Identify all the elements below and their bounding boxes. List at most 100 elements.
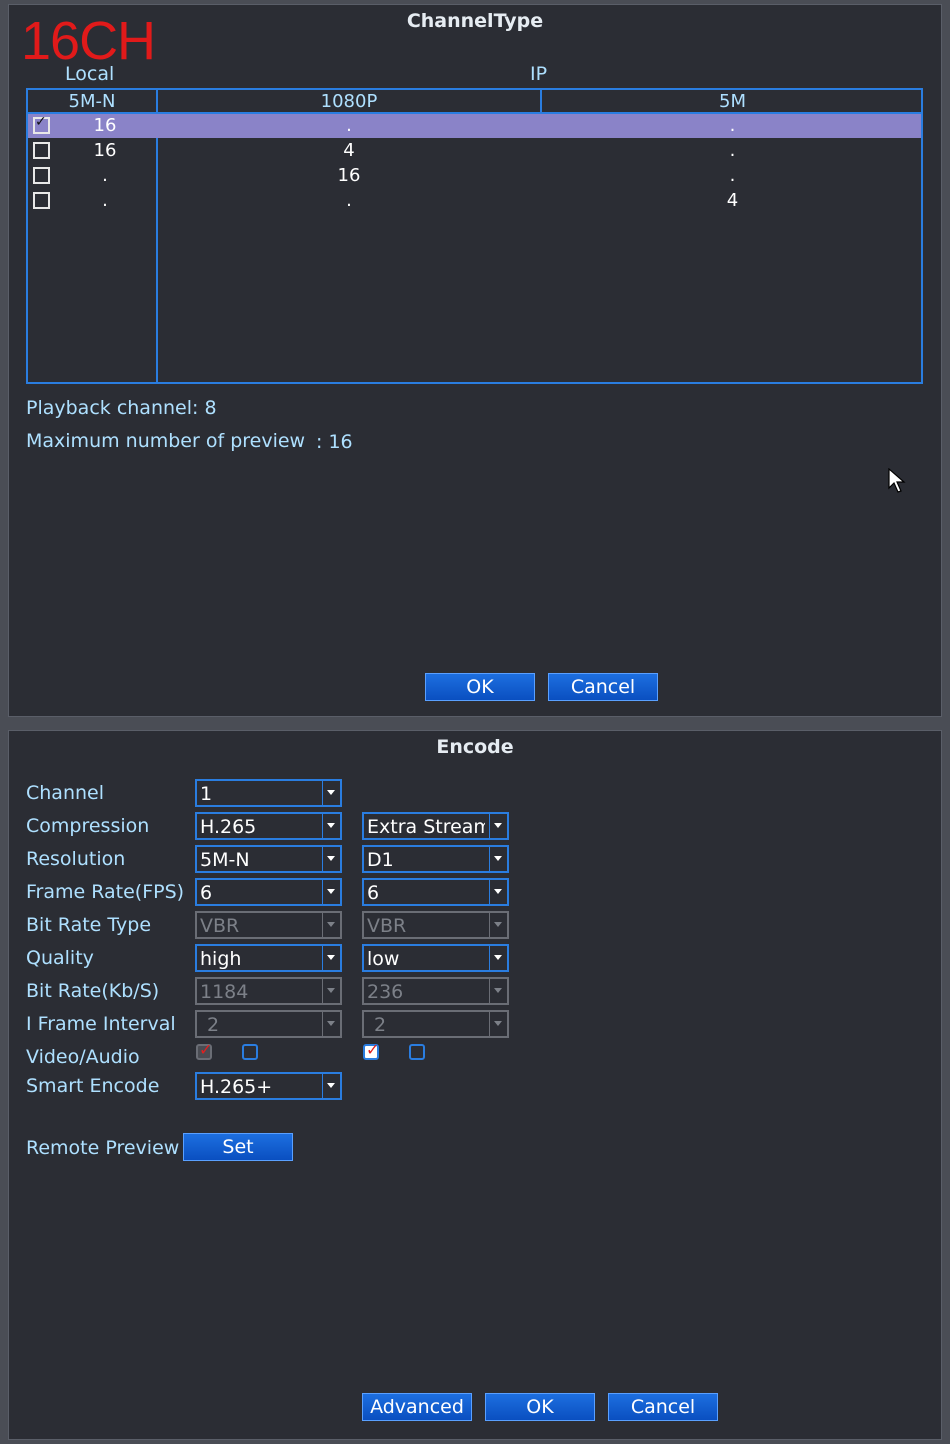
extra-stream-value: Extra Stream (367, 816, 485, 838)
chevron-down-icon (322, 979, 340, 1003)
extra-video-checkbox[interactable] (363, 1040, 379, 1060)
i-frame-interval-value: 2 (207, 1014, 220, 1036)
extra-bit-rate-type-value: VBR (367, 915, 407, 937)
extra-quality-select[interactable]: low (362, 944, 509, 972)
extra-i-frame-interval-value: 2 (374, 1014, 387, 1036)
chevron-down-icon (322, 1012, 340, 1036)
playback-channel-label: Playback channel: 8 (26, 397, 217, 419)
mouse-cursor-icon (888, 468, 906, 493)
chevron-down-icon (489, 1012, 507, 1036)
chevron-down-icon[interactable] (489, 814, 507, 838)
bit-rate-type-value: VBR (200, 915, 240, 937)
cell-1080p: . (346, 190, 352, 211)
extra-frame-rate-value: 6 (367, 882, 380, 904)
column-header: 5M-N (68, 91, 116, 112)
cell-5m: . (729, 165, 736, 186)
cell-5m: . (729, 115, 736, 136)
i-frame-interval-select: 2 (195, 1010, 342, 1038)
extra-resolution-value: D1 (367, 849, 394, 871)
bit-rate-select: 1184 (195, 977, 342, 1005)
compression-label: Compression (26, 815, 150, 837)
dialog-title: Encode (436, 736, 514, 758)
channel-type-table: 5M-N 1080P 5M 16 . . 16 4 . . 16 . . . 4 (26, 88, 923, 384)
frame-rate-value: 6 (200, 882, 213, 904)
column-header: 1080P (320, 91, 378, 112)
smart-encode-value: H.265+ (200, 1076, 273, 1098)
channel-type-dialog: 16CH ChannelType Local IP 5M-N 1080P 5M … (8, 4, 942, 717)
smart-encode-label: Smart Encode (26, 1075, 160, 1097)
channel-select[interactable]: 1 (195, 779, 342, 807)
main-audio-checkbox[interactable] (242, 1044, 258, 1060)
chevron-down-icon[interactable] (322, 814, 340, 838)
cell-local: 16 (93, 140, 117, 161)
extra-bit-rate-value: 236 (367, 981, 404, 1003)
row-checkbox[interactable] (33, 167, 50, 184)
extra-resolution-select[interactable]: D1 (362, 845, 509, 873)
i-frame-interval-label: I Frame Interval (26, 1013, 176, 1035)
quality-label: Quality (26, 947, 94, 969)
chevron-down-icon[interactable] (489, 946, 507, 970)
group-local-label: Local (65, 63, 115, 85)
dialog-title: ChannelType (406, 10, 544, 32)
main-video-checkbox[interactable] (196, 1040, 212, 1060)
group-ip-label: IP (530, 63, 548, 85)
quality-select[interactable]: high (195, 944, 342, 972)
advanced-button[interactable]: Advanced (362, 1393, 472, 1421)
bit-rate-type-select: VBR (195, 911, 342, 939)
extra-stream-select[interactable]: Extra Stream (362, 812, 509, 840)
ok-button[interactable]: OK (485, 1393, 595, 1421)
cancel-button[interactable]: Cancel (608, 1393, 718, 1421)
resolution-select[interactable]: 5M-N (195, 845, 342, 873)
cell-local: . (102, 165, 108, 186)
video-audio-label: Video/Audio (26, 1046, 140, 1068)
chevron-down-icon[interactable] (489, 847, 507, 871)
cell-1080p: . (346, 115, 352, 136)
remote-preview-set-button[interactable]: Set (183, 1133, 293, 1161)
cell-5m: . (729, 140, 736, 161)
cell-1080p: 16 (337, 165, 361, 186)
smart-encode-select[interactable]: H.265+ (195, 1072, 342, 1100)
extra-audio-checkbox[interactable] (409, 1044, 425, 1060)
extra-frame-rate-select[interactable]: 6 (362, 878, 509, 906)
table-row[interactable]: 16 . . (28, 114, 921, 138)
bit-rate-value: 1184 (200, 981, 249, 1003)
chevron-down-icon[interactable] (322, 946, 340, 970)
ok-button[interactable]: OK (425, 673, 535, 701)
compression-value: H.265 (200, 816, 257, 838)
chevron-down-icon[interactable] (322, 1074, 340, 1098)
resolution-value: 5M-N (200, 849, 250, 871)
max-preview-label: Maximum number of preview (26, 430, 306, 452)
frame-rate-select[interactable]: 6 (195, 878, 342, 906)
table-row[interactable]: . . 4 (28, 189, 921, 213)
channel-label: Channel (26, 782, 105, 804)
bit-rate-type-label: Bit Rate Type (26, 914, 152, 936)
extra-bit-rate-select: 236 (362, 977, 509, 1005)
cell-local: 16 (93, 115, 117, 136)
extra-bit-rate-type-select: VBR (362, 911, 509, 939)
chevron-down-icon[interactable] (322, 847, 340, 871)
remote-preview-label: Remote Preview (26, 1137, 180, 1159)
table-row[interactable]: 16 4 . (28, 139, 921, 163)
max-preview-value: : 16 (316, 431, 353, 453)
cell-5m: 4 (726, 190, 739, 211)
row-checkbox[interactable] (33, 142, 50, 159)
chevron-down-icon[interactable] (322, 880, 340, 904)
frame-rate-label: Frame Rate(FPS) (26, 881, 185, 903)
cancel-button[interactable]: Cancel (548, 673, 658, 701)
row-checkbox[interactable] (33, 114, 50, 134)
extra-quality-value: low (367, 948, 400, 970)
column-header: 5M (719, 91, 746, 112)
extra-i-frame-interval-select: 2 (362, 1010, 509, 1038)
cell-local: . (102, 190, 108, 211)
chevron-down-icon (322, 913, 340, 937)
compression-select[interactable]: H.265 (195, 812, 342, 840)
quality-value: high (200, 948, 242, 970)
encode-dialog: Encode Channel Compression Resolution Fr… (8, 730, 942, 1440)
chevron-down-icon[interactable] (489, 880, 507, 904)
chevron-down-icon[interactable] (322, 781, 340, 805)
chevron-down-icon (489, 913, 507, 937)
channel-value: 1 (200, 783, 213, 805)
table-row[interactable]: . 16 . (28, 164, 921, 188)
chevron-down-icon (489, 979, 507, 1003)
row-checkbox[interactable] (33, 192, 50, 209)
